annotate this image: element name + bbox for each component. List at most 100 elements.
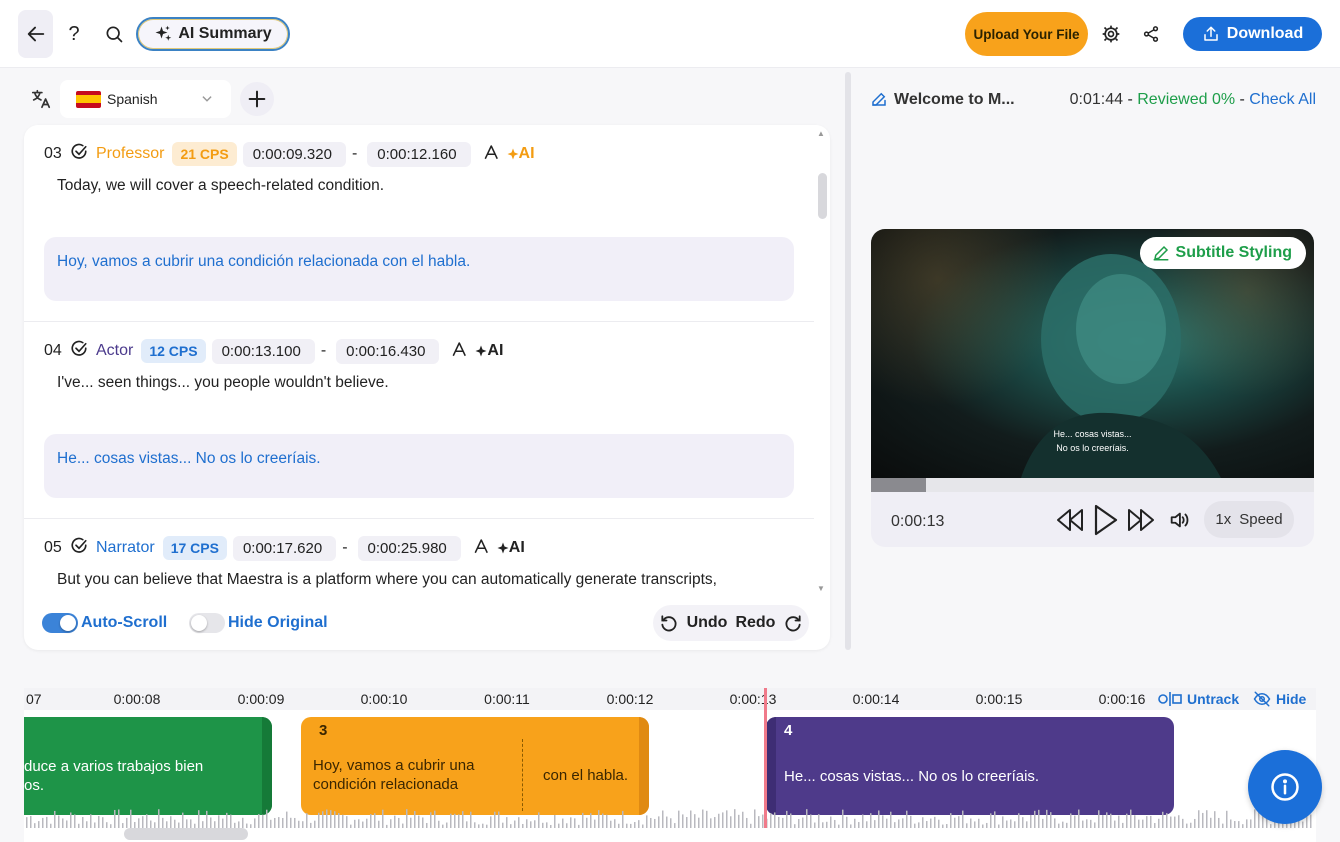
share-button[interactable] bbox=[1138, 20, 1164, 48]
segment-scrollbar[interactable]: ▲ ▼ bbox=[816, 129, 828, 593]
waveform-bar bbox=[1194, 818, 1196, 828]
text-style-icon[interactable] bbox=[451, 341, 469, 362]
start-time-field[interactable]: 0:00:13.100 bbox=[211, 338, 315, 364]
upload-file-button[interactable]: Upload Your File bbox=[965, 12, 1088, 56]
check-all-link[interactable]: Check All bbox=[1249, 91, 1316, 108]
speaker-name[interactable]: Professor bbox=[96, 145, 164, 163]
waveform-bar bbox=[1098, 810, 1100, 828]
volume-button[interactable] bbox=[1167, 504, 1191, 536]
waveform-bar bbox=[110, 824, 112, 828]
check-icon[interactable] bbox=[70, 143, 88, 166]
download-button[interactable]: Download bbox=[1183, 17, 1322, 51]
timeline-clip-4[interactable]: 4 He... cosas vistas... No os lo creería… bbox=[766, 717, 1174, 815]
settings-button[interactable] bbox=[1098, 20, 1124, 48]
redo-icon[interactable] bbox=[783, 613, 803, 633]
ai-summary-button[interactable]: AI Summary bbox=[136, 17, 290, 51]
info-button[interactable] bbox=[1248, 750, 1322, 824]
clip-resize-handle[interactable] bbox=[639, 717, 649, 815]
timeline-clip-3[interactable]: 3 Hoy, vamos a cubrir una condición rela… bbox=[301, 717, 649, 815]
edit-icon[interactable] bbox=[870, 90, 888, 108]
waveform-bar bbox=[738, 814, 740, 828]
translation-box[interactable]: Hoy, vamos a cubrir una condición relaci… bbox=[44, 237, 794, 301]
waveform-bar bbox=[1242, 824, 1244, 828]
segment-row[interactable]: 04 Actor 12 CPS 0:00:13.100 - 0:00:16.43… bbox=[24, 322, 814, 519]
waveform-bar bbox=[730, 816, 732, 828]
waveform-bar bbox=[710, 818, 712, 828]
waveform-bar bbox=[534, 820, 536, 828]
undo-icon[interactable] bbox=[659, 613, 679, 633]
waveform-bar bbox=[942, 824, 944, 828]
end-time-field[interactable]: 0:00:16.430 bbox=[336, 338, 440, 364]
hide-original-toggle[interactable] bbox=[189, 613, 225, 633]
end-time-field[interactable]: 0:00:25.980 bbox=[357, 535, 461, 561]
waveform-bar bbox=[930, 818, 932, 828]
segment-row[interactable]: 05 Narrator 17 CPS 0:00:17.620 - 0:00:25… bbox=[24, 519, 814, 595]
scrollbar-thumb[interactable] bbox=[818, 173, 827, 219]
language-select[interactable]: Spanish bbox=[60, 80, 231, 118]
arrow-left-icon bbox=[27, 26, 44, 42]
start-time-field[interactable]: 0:00:09.320 bbox=[242, 141, 346, 167]
speaker-name[interactable]: Narrator bbox=[96, 539, 155, 557]
translation-box[interactable]: He... cosas vistas... No os lo creeríais… bbox=[44, 434, 794, 498]
waveform-bar bbox=[442, 824, 444, 828]
clip-split-marker[interactable] bbox=[522, 739, 523, 811]
waveform-bar bbox=[982, 824, 984, 828]
timeline-scrollbar-thumb[interactable] bbox=[124, 828, 248, 840]
auto-scroll-label[interactable]: Auto-Scroll bbox=[81, 614, 167, 632]
original-text[interactable]: Today, we will cover a speech-related co… bbox=[57, 177, 384, 195]
waveform-bar bbox=[238, 821, 240, 828]
ai-translate-icon[interactable]: AI bbox=[507, 145, 535, 163]
original-text[interactable]: I've... seen things... you people wouldn… bbox=[57, 374, 389, 392]
hide-timeline-button[interactable]: Hide bbox=[1253, 691, 1306, 707]
check-icon[interactable] bbox=[70, 340, 88, 363]
fast-forward-button[interactable] bbox=[1125, 504, 1157, 536]
play-button[interactable] bbox=[1090, 504, 1122, 536]
text-style-icon[interactable] bbox=[473, 538, 491, 559]
check-icon[interactable] bbox=[70, 537, 88, 560]
search-button[interactable] bbox=[100, 18, 128, 50]
subtitle-styling-label: Subtitle Styling bbox=[1175, 244, 1292, 261]
timeline-ruler[interactable]: 07 0:00:08 0:00:09 0:00:10 0:00:11 0:00:12 0:0… bbox=[24, 688, 1316, 710]
ai-translate-icon[interactable]: AI bbox=[497, 539, 525, 557]
video-frame[interactable]: He... cosas vistas... No os lo creeríais… bbox=[871, 229, 1314, 478]
undo-button[interactable]: Undo bbox=[687, 614, 728, 632]
scroll-down-icon[interactable]: ▼ bbox=[817, 584, 825, 593]
upload-file-label: Upload Your File bbox=[973, 26, 1080, 42]
video-player: He... cosas vistas... No os lo creeríais… bbox=[871, 229, 1314, 547]
subtitle-styling-button[interactable]: Subtitle Styling bbox=[1139, 237, 1306, 269]
translation-text[interactable]: Hoy, vamos a cubrir una condición relaci… bbox=[57, 253, 470, 271]
waveform-bar bbox=[1222, 823, 1224, 828]
waveform-bar bbox=[686, 817, 688, 828]
ai-translate-icon[interactable]: AI bbox=[475, 342, 503, 360]
hide-original-label[interactable]: Hide Original bbox=[228, 614, 328, 632]
add-language-button[interactable] bbox=[240, 82, 274, 116]
end-time-field[interactable]: 0:00:12.160 bbox=[367, 141, 471, 167]
file-title[interactable]: Welcome to M... bbox=[894, 91, 1015, 109]
speed-button[interactable]: 1x Speed bbox=[1204, 501, 1294, 538]
help-button[interactable]: ? bbox=[60, 18, 88, 50]
auto-scroll-toggle[interactable] bbox=[42, 613, 78, 633]
text-style-icon[interactable] bbox=[483, 144, 501, 165]
scroll-up-icon[interactable]: ▲ bbox=[817, 129, 825, 138]
untrack-icon bbox=[1158, 692, 1182, 706]
original-text[interactable]: But you can believe that Maestra is a pl… bbox=[57, 571, 717, 589]
panel-divider[interactable] bbox=[845, 72, 851, 650]
translation-text[interactable]: He... cosas vistas... No os lo creeríais… bbox=[57, 450, 321, 468]
waveform-bar bbox=[382, 809, 384, 828]
waveform-bar bbox=[118, 809, 120, 828]
start-time-field[interactable]: 0:00:17.620 bbox=[232, 535, 337, 561]
speaker-name[interactable]: Actor bbox=[96, 342, 133, 360]
timeline-clip-2[interactable]: duce a varios trabajos bien os. bbox=[24, 717, 272, 815]
untrack-button[interactable]: Untrack bbox=[1158, 691, 1239, 707]
clip-resize-handle[interactable] bbox=[766, 717, 776, 815]
timeline-playhead[interactable] bbox=[764, 688, 767, 828]
segment-row[interactable]: 03 Professor 21 CPS 0:00:09.320 - 0:00:1… bbox=[24, 125, 814, 322]
redo-button[interactable]: Redo bbox=[735, 614, 775, 632]
rewind-button[interactable] bbox=[1054, 504, 1086, 536]
waveform-bar bbox=[162, 817, 164, 828]
speed-value: 1x bbox=[1215, 511, 1232, 528]
video-progress-bar[interactable] bbox=[871, 478, 1314, 492]
waveform-bar bbox=[222, 818, 224, 828]
back-button[interactable] bbox=[18, 10, 53, 58]
clip-resize-handle[interactable] bbox=[262, 717, 272, 815]
